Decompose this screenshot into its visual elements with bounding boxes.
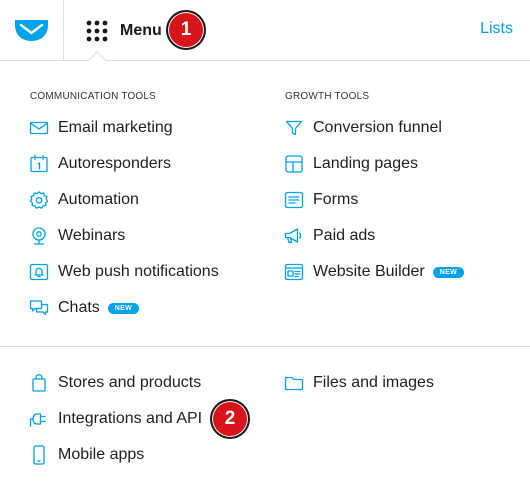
webcam-icon <box>32 227 46 245</box>
funnel-icon <box>285 120 303 136</box>
menu-item-label: Integrations and API <box>58 410 203 427</box>
envelope-icon <box>29 121 49 135</box>
menu-item-label: Forms <box>313 191 359 208</box>
lists-link[interactable]: Lists <box>480 20 513 38</box>
menu-item-integrations-and-api[interactable]: Integrations and API <box>29 407 202 431</box>
callout-badge-2: 2 <box>210 399 250 439</box>
logo-cell[interactable] <box>0 0 64 60</box>
menu-item-conversion-funnel[interactable]: Conversion funnel <box>284 116 442 140</box>
shopping-bag-icon <box>32 374 46 392</box>
menu-item-stores-and-products[interactable]: Stores and products <box>29 371 201 395</box>
phone-icon <box>33 445 45 465</box>
menu-item-label: Webinars <box>58 227 126 244</box>
grid-menu-icon <box>86 20 108 42</box>
menu-item-label: Chats <box>58 299 100 316</box>
menu-item-files-and-images[interactable]: Files and images <box>284 371 434 395</box>
menu-button[interactable]: Menu <box>86 16 162 46</box>
megaphone-icon <box>284 228 302 244</box>
bell-icon <box>29 263 49 281</box>
new-badge: NEW <box>107 302 140 314</box>
plug-icon <box>29 413 46 427</box>
callout-badge-1: 1 <box>166 10 206 50</box>
getresponse-logo-icon[interactable] <box>15 20 48 41</box>
menu-item-landing-pages[interactable]: Landing pages <box>284 152 418 176</box>
menu-item-chats[interactable]: Chats NEW <box>29 296 140 320</box>
menu-item-website-builder[interactable]: Website Builder NEW <box>284 260 464 284</box>
menu-item-label: Conversion funnel <box>313 119 442 136</box>
new-badge: NEW <box>432 266 464 278</box>
gear-icon <box>29 191 49 209</box>
menu-item-web-push-notifications[interactable]: Web push notifications <box>29 260 219 284</box>
menu-item-label: Landing pages <box>313 155 418 172</box>
menu-item-label: Stores and products <box>58 374 202 391</box>
section-heading-communication: COMMUNICATION TOOLS <box>30 91 157 102</box>
menu-item-email-marketing[interactable]: Email marketing <box>29 116 173 140</box>
menu-label: Menu <box>120 22 162 39</box>
menu-item-label: Automation <box>58 191 139 208</box>
chat-icon <box>29 300 49 316</box>
menu-item-label: Mobile apps <box>58 446 145 463</box>
menu-item-label: Autoresponders <box>58 155 171 172</box>
form-icon <box>284 191 304 209</box>
section-divider <box>0 346 530 347</box>
menu-item-forms[interactable]: Forms <box>284 188 358 212</box>
menu-item-autoresponders[interactable]: Autoresponders <box>29 152 171 176</box>
menu-item-label: Files and images <box>313 374 434 391</box>
menu-item-label: Email marketing <box>58 119 173 136</box>
menu-item-label: Paid ads <box>313 227 376 244</box>
menu-item-automation[interactable]: Automation <box>29 188 139 212</box>
calendar-icon <box>30 154 48 173</box>
menu-item-paid-ads[interactable]: Paid ads <box>284 224 375 248</box>
folder-icon <box>284 376 304 391</box>
menu-item-mobile-apps[interactable]: Mobile apps <box>29 443 144 467</box>
menu-item-label: Web push notifications <box>58 263 219 280</box>
menu-item-label: Website Builder <box>313 263 425 280</box>
top-bar: Menu Lists <box>0 0 530 61</box>
website-icon <box>284 263 304 281</box>
section-heading-growth: GROWTH TOOLS <box>285 91 370 102</box>
menu-item-webinars[interactable]: Webinars <box>29 224 125 248</box>
layout-icon <box>285 155 303 173</box>
